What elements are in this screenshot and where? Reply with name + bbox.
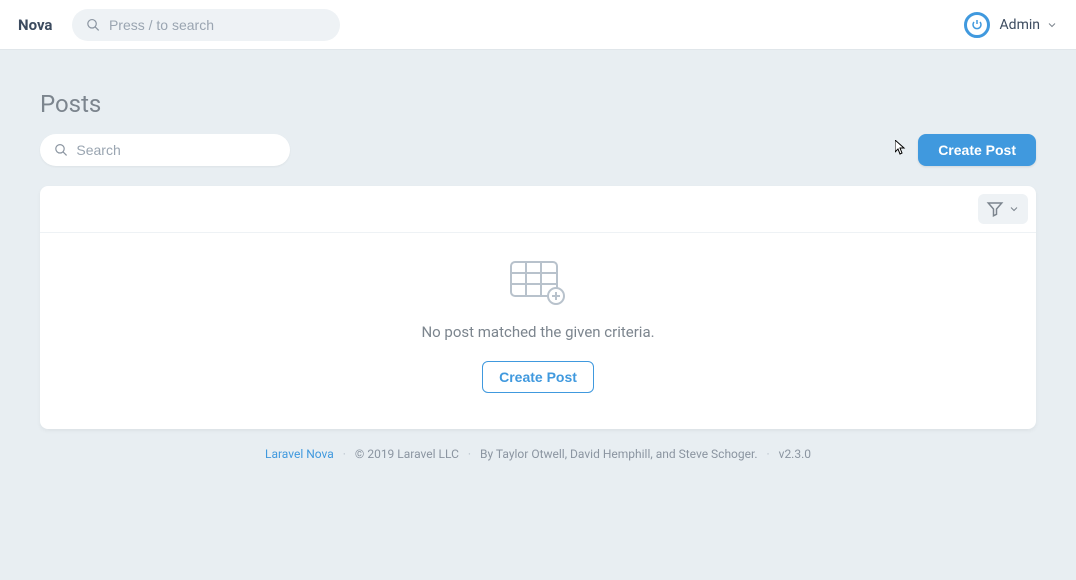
user-name: Admin	[1000, 17, 1040, 33]
card-header	[40, 186, 1036, 233]
main-content: Posts Create Post No p	[0, 50, 1076, 479]
chevron-down-icon	[1008, 203, 1020, 215]
page-title: Posts	[40, 90, 1036, 118]
resource-toolbar: Create Post	[40, 134, 1036, 166]
footer-version: v2.3.0	[779, 447, 811, 461]
footer-copyright: © 2019 Laravel LLC	[355, 447, 459, 461]
app-header: Nova Admin	[0, 0, 1076, 50]
brand-logo[interactable]: Nova	[18, 16, 52, 34]
global-search[interactable]	[72, 9, 340, 41]
filter-icon	[986, 200, 1004, 218]
resource-search[interactable]	[40, 134, 290, 166]
empty-table-icon	[510, 261, 566, 305]
chevron-down-icon	[1046, 19, 1058, 31]
avatar[interactable]	[964, 12, 990, 38]
resource-search-input[interactable]	[76, 142, 276, 158]
search-icon	[86, 17, 101, 33]
footer-credits: By Taylor Otwell, David Hemphill, and St…	[480, 447, 758, 461]
resource-card: No post matched the given criteria. Crea…	[40, 186, 1036, 429]
search-icon	[54, 142, 68, 158]
filter-button[interactable]	[978, 194, 1028, 224]
footer: Laravel Nova · © 2019 Laravel LLC · By T…	[40, 429, 1036, 479]
empty-state: No post matched the given criteria. Crea…	[40, 233, 1036, 429]
create-post-button[interactable]: Create Post	[918, 134, 1036, 166]
empty-create-button[interactable]: Create Post	[482, 361, 594, 393]
power-icon	[971, 19, 983, 31]
footer-link[interactable]: Laravel Nova	[265, 447, 334, 461]
empty-message: No post matched the given criteria.	[421, 323, 654, 341]
user-menu[interactable]: Admin	[1000, 17, 1058, 33]
global-search-input[interactable]	[109, 17, 327, 33]
